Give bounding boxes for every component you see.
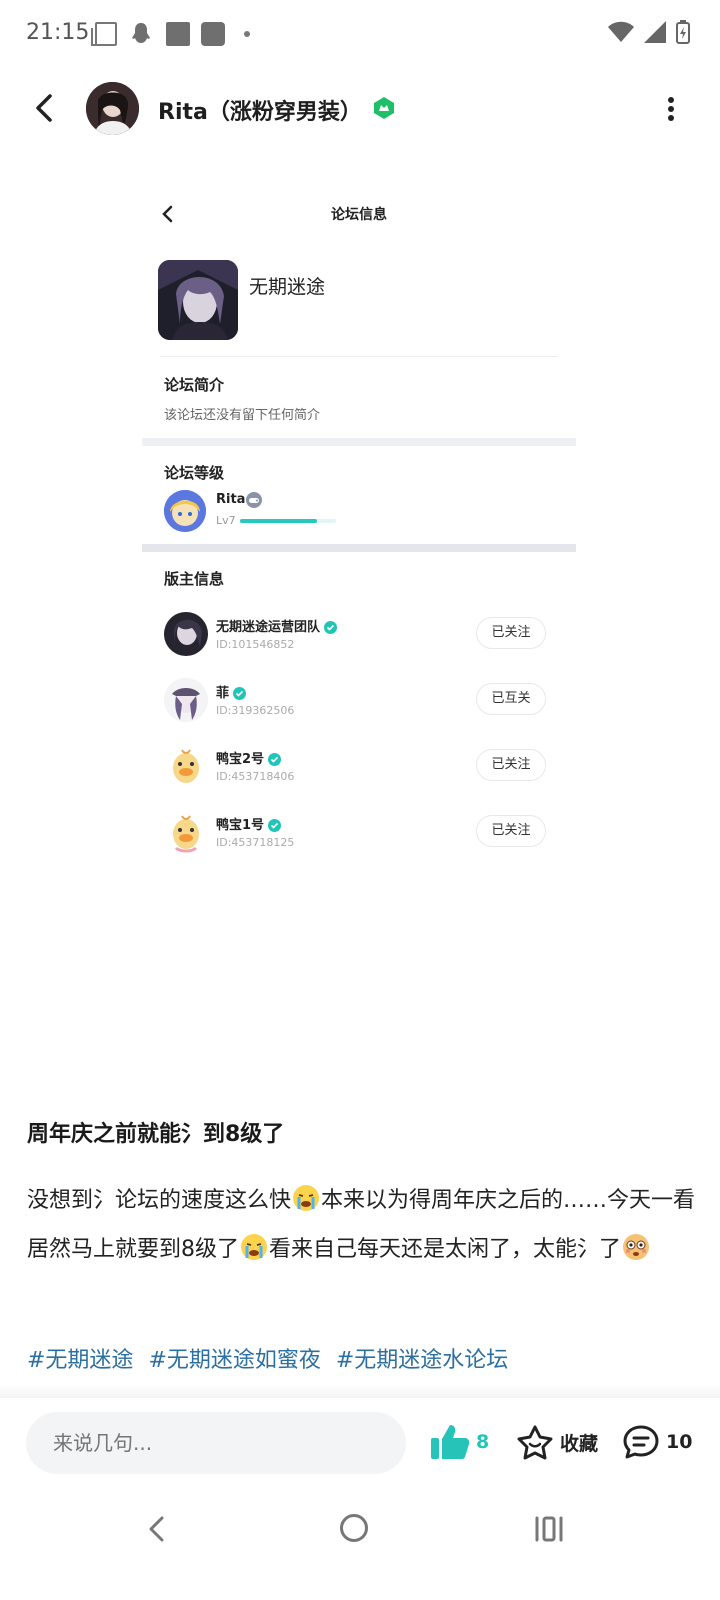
action-bar: 8 收藏 10	[0, 1398, 720, 1490]
section-divider	[142, 438, 576, 446]
verified-icon	[233, 687, 247, 700]
level-user-name: Rita	[216, 492, 246, 507]
post-title: 周年庆之前就能氵到8级了	[27, 1122, 285, 1147]
back-button[interactable]	[26, 88, 66, 128]
divider	[160, 356, 558, 357]
moderator-name: 鸭宝1号	[216, 814, 282, 833]
follow-status-button: 已关注	[476, 815, 546, 847]
qq-notification-icon	[130, 22, 152, 46]
wifi-icon	[608, 21, 634, 42]
moderators-label: 版主信息	[164, 570, 225, 588]
scroll-fade	[0, 1384, 720, 1398]
more-notifications-icon	[244, 31, 250, 37]
post-body-text: 没想到氵论坛的速度这么快	[27, 1188, 292, 1213]
comment-icon	[623, 1425, 659, 1459]
nav-back-icon[interactable]	[142, 1512, 172, 1546]
moderator-row: 鸭宝1号 ID:453718125 已关注	[142, 804, 576, 860]
forum-name: 无期迷途	[249, 276, 326, 298]
nav-home-icon[interactable]	[340, 1514, 368, 1542]
forum-level-label: 论坛等级	[164, 464, 225, 482]
screenshot-notification-icon	[91, 22, 117, 46]
post-image[interactable]: 论坛信息 无期迷途 论坛简介 该论坛还没有留下任何简介 论坛等级 Rita Lv…	[142, 180, 576, 900]
nav-recent-apps-icon[interactable]	[534, 1514, 564, 1544]
post-body-text: 看来自己每天还是太闲了，太能氵了	[269, 1237, 622, 1262]
more-options-button[interactable]	[666, 96, 676, 122]
post-tags: #无期迷途 #无期迷途如蜜夜 #无期迷途水论坛	[27, 1342, 516, 1374]
tag-link[interactable]: #无期迷途如蜜夜	[148, 1348, 320, 1373]
follow-status-button: 已互关	[476, 683, 546, 715]
verified-icon	[324, 621, 338, 634]
app-notification-icon-2	[201, 22, 225, 46]
app-notification-icon	[166, 22, 190, 46]
flushed-emoji-icon	[623, 1234, 650, 1260]
status-bar: 21:15	[0, 0, 720, 70]
moderator-row: 无期迷途运营团队 ID:101546852 已关注	[142, 606, 576, 662]
author-avatar[interactable]	[86, 82, 139, 135]
section-divider	[142, 544, 576, 552]
post-header: Rita（涨粉穿男装）	[0, 70, 720, 148]
tag-link[interactable]: #无期迷途水论坛	[336, 1348, 508, 1373]
comment-button[interactable]: 10	[622, 1422, 692, 1462]
crying-emoji-icon	[241, 1234, 267, 1260]
level-text: Lv7	[216, 514, 236, 527]
thumbs-up-icon	[431, 1425, 470, 1459]
tag-link[interactable]: #无期迷途	[27, 1348, 133, 1373]
like-button[interactable]: 8	[430, 1422, 489, 1462]
forum-avatar	[158, 260, 238, 340]
comment-count: 10	[666, 1431, 693, 1453]
moderator-name: 菲	[216, 682, 247, 701]
moderator-avatar	[164, 612, 208, 656]
status-time: 21:15	[26, 20, 90, 45]
moderator-name: 无期迷途运营团队	[216, 616, 338, 635]
moderator-avatar	[164, 810, 208, 854]
forum-intro-text: 该论坛还没有留下任何简介	[164, 408, 321, 423]
level-progress-bar	[240, 519, 336, 523]
level-progress-fill	[240, 519, 317, 523]
cell-signal-icon	[644, 21, 666, 43]
moderator-avatar	[164, 744, 208, 788]
comment-input[interactable]	[26, 1412, 406, 1474]
star-icon	[517, 1425, 553, 1460]
moderator-row: 鸭宝2号 ID:453718406 已关注	[142, 738, 576, 794]
follow-status-button: 已关注	[476, 749, 546, 781]
level-user-avatar	[164, 490, 206, 532]
gamepad-icon	[246, 492, 262, 508]
post-body: 没想到氵论坛的速度这么快 本来以为得周年庆之后的……今天一看居然马上就要到8级了看…	[27, 1176, 697, 1274]
moderator-row: 菲 ID:319362506 已互关	[142, 672, 576, 728]
follow-status-button: 已关注	[476, 617, 546, 649]
moderator-id: ID:453718406	[216, 770, 295, 783]
favorite-button[interactable]: 收藏	[516, 1422, 598, 1462]
moderator-id: ID:101546852	[216, 638, 295, 651]
like-count: 8	[476, 1431, 490, 1453]
crying-emoji-icon	[293, 1185, 320, 1211]
moderator-name: 鸭宝2号	[216, 748, 282, 767]
verified-icon	[268, 819, 282, 832]
moderator-avatar	[164, 678, 208, 722]
system-navigation-bar	[0, 1490, 720, 1600]
author-name[interactable]: Rita（涨粉穿男装）	[158, 94, 362, 126]
verified-icon	[268, 753, 282, 766]
favorite-label: 收藏	[560, 1432, 599, 1455]
creator-badge-icon	[374, 97, 394, 119]
moderator-id: ID:453718125	[216, 836, 295, 849]
battery-icon	[676, 20, 690, 44]
forum-intro-label: 论坛简介	[164, 376, 225, 394]
moderator-id: ID:319362506	[216, 704, 295, 717]
image-page-title: 论坛信息	[331, 207, 387, 223]
